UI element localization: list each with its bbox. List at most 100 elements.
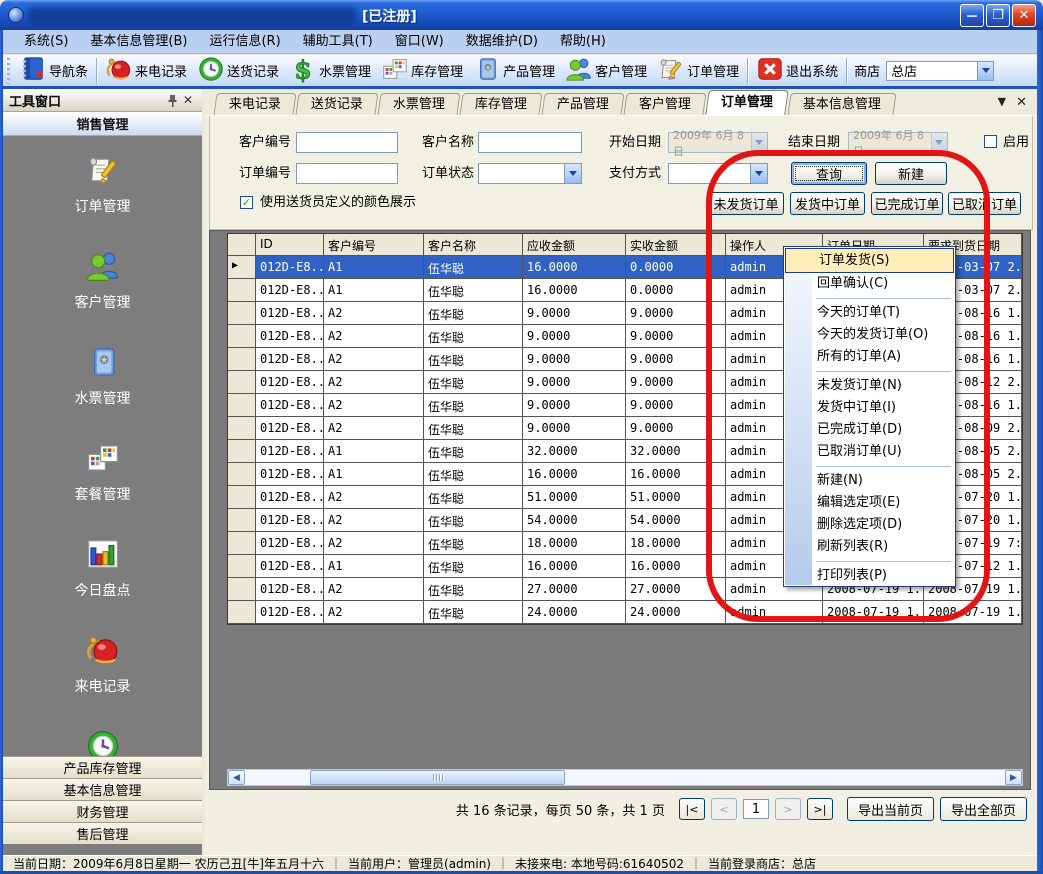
row-selector-cell[interactable] <box>228 463 256 486</box>
table-cell[interactable]: 伍华聪 <box>424 440 523 463</box>
table-cell[interactable]: A2 <box>324 394 424 417</box>
context-menu-item-1[interactable]: 回单确认(C) <box>784 273 955 295</box>
sidebar-item-0[interactable]: 订单管理 <box>75 152 131 216</box>
table-cell[interactable]: 012D-E8... <box>256 348 324 371</box>
table-cell[interactable]: A2 <box>324 417 424 440</box>
row-selector-cell[interactable] <box>228 394 256 417</box>
row-selector-cell[interactable] <box>228 509 256 532</box>
table-cell[interactable]: A2 <box>324 578 424 601</box>
table-cell[interactable]: 9.0000 <box>626 348 726 371</box>
row-selector-cell[interactable] <box>228 279 256 302</box>
toolbar-button-1[interactable]: 来电记录 <box>100 56 192 86</box>
table-cell[interactable]: 012D-E8... <box>256 279 324 302</box>
table-cell[interactable]: 27.0000 <box>523 578 626 601</box>
export-current-page-button[interactable]: 导出当前页 <box>847 797 934 821</box>
table-cell[interactable]: 24.0000 <box>523 601 626 624</box>
new-button[interactable]: 新建 <box>875 162 947 185</box>
context-menu-item-8[interactable]: 发货中订单(I) <box>784 397 955 419</box>
shop-select[interactable]: 总店 <box>886 61 994 81</box>
table-cell[interactable]: 16.0000 <box>626 555 726 578</box>
context-menu-item-10[interactable]: 已取消订单(U) <box>784 441 955 463</box>
start-date-picker[interactable]: 2009年 6月 8日 <box>668 132 768 153</box>
table-cell[interactable]: 9.0000 <box>523 348 626 371</box>
table-cell[interactable]: 012D-E8... <box>256 302 324 325</box>
table-cell[interactable]: 伍华聪 <box>424 371 523 394</box>
table-cell[interactable]: 54.0000 <box>626 509 726 532</box>
scroll-left-icon[interactable]: ◀ <box>228 770 245 785</box>
tab-送货记录[interactable]: 送货记录 <box>295 93 378 115</box>
status-filter-button-2[interactable]: 已完成订单 <box>871 192 943 215</box>
row-selector-cell[interactable] <box>228 371 256 394</box>
table-cell[interactable]: 9.0000 <box>626 325 726 348</box>
table-cell[interactable]: 9.0000 <box>523 417 626 440</box>
table-cell[interactable]: 伍华聪 <box>424 302 523 325</box>
table-cell[interactable]: 16.0000 <box>523 555 626 578</box>
first-page-button[interactable]: |< <box>679 798 705 820</box>
export-all-pages-button[interactable]: 导出全部页 <box>940 797 1027 821</box>
minimize-button[interactable]: － <box>960 4 984 27</box>
table-cell[interactable]: 012D-E8... <box>256 555 324 578</box>
menu-item-5[interactable]: 数据维护(D) <box>455 30 549 53</box>
toolbar-button-6[interactable]: 客户管理 <box>560 56 652 86</box>
query-button[interactable]: 查询 <box>791 162 867 185</box>
status-filter-button-1[interactable]: 发货中订单 <box>790 192 865 215</box>
context-menu-item-12[interactable]: 新建(N) <box>784 470 955 492</box>
table-cell[interactable]: 012D-E8... <box>256 371 324 394</box>
table-header-0[interactable]: ID <box>256 234 324 256</box>
order-no-input[interactable] <box>296 163 398 184</box>
pay-method-select[interactable] <box>668 163 768 184</box>
table-cell[interactable]: 9.0000 <box>523 325 626 348</box>
table-cell[interactable]: 伍华聪 <box>424 279 523 302</box>
enable-checkbox[interactable] <box>984 135 997 148</box>
customer-no-input[interactable] <box>296 132 398 153</box>
close-button[interactable]: ✕ <box>1012 4 1036 27</box>
pin-icon[interactable] <box>164 93 180 108</box>
context-menu-item-4[interactable]: 今天的发货订单(O) <box>784 324 955 346</box>
scrollbar-thumb[interactable] <box>310 770 565 785</box>
table-cell[interactable]: 9.0000 <box>523 302 626 325</box>
color-display-checkbox[interactable]: ✓ <box>240 196 253 209</box>
table-cell[interactable]: A1 <box>324 279 424 302</box>
row-selector-cell[interactable] <box>228 417 256 440</box>
tab-close-icon[interactable]: ✕ <box>1016 95 1027 110</box>
menu-item-1[interactable]: 基本信息管理(B) <box>79 30 198 53</box>
row-selector-cell[interactable] <box>228 325 256 348</box>
table-cell[interactable]: A2 <box>324 509 424 532</box>
sidebar-item-5[interactable]: 来电记录 <box>75 632 131 696</box>
sidebar-item-3[interactable]: 套餐管理 <box>75 440 131 504</box>
toolbar-button-0[interactable]: 导航条 <box>14 56 93 86</box>
table-cell[interactable]: A2 <box>324 302 424 325</box>
table-cell[interactable]: 伍华聪 <box>424 325 523 348</box>
table-cell[interactable]: A2 <box>324 486 424 509</box>
tab-基本信息管理[interactable]: 基本信息管理 <box>788 93 897 115</box>
row-selector-cell[interactable] <box>228 486 256 509</box>
menu-item-4[interactable]: 窗口(W) <box>384 30 455 53</box>
table-cell[interactable]: admin <box>726 601 823 624</box>
table-cell[interactable]: 012D-E8... <box>256 578 324 601</box>
row-selector-cell[interactable] <box>228 302 256 325</box>
tab-库存管理[interactable]: 库存管理 <box>460 93 543 115</box>
row-selector-cell[interactable] <box>228 532 256 555</box>
context-menu-item-3[interactable]: 今天的订单(T) <box>784 302 955 324</box>
table-cell[interactable]: 9.0000 <box>626 417 726 440</box>
table-header-2[interactable]: 客户名称 <box>424 234 523 256</box>
table-cell[interactable]: 54.0000 <box>523 509 626 532</box>
table-cell[interactable]: A2 <box>324 371 424 394</box>
table-cell[interactable]: A2 <box>324 348 424 371</box>
table-cell[interactable]: 0.0000 <box>626 279 726 302</box>
table-cell[interactable]: 012D-E8... <box>256 532 324 555</box>
context-menu-item-5[interactable]: 所有的订单(A) <box>784 346 955 368</box>
scrollbar-track[interactable] <box>245 770 1005 785</box>
sidebar-group-sales[interactable]: 销售管理 <box>3 112 202 136</box>
context-menu-item-0[interactable]: 订单发货(S) <box>785 248 954 273</box>
context-menu-item-17[interactable]: 打印列表(P) <box>784 565 955 587</box>
table-cell[interactable]: 18.0000 <box>523 532 626 555</box>
menu-item-3[interactable]: 辅助工具(T) <box>292 30 384 53</box>
table-cell[interactable]: 32.0000 <box>626 440 726 463</box>
tab-产品管理[interactable]: 产品管理 <box>542 93 625 115</box>
maximize-button[interactable]: ❐ <box>986 4 1010 27</box>
table-cell[interactable]: 012D-E8... <box>256 463 324 486</box>
scroll-right-icon[interactable]: ▶ <box>1005 770 1022 785</box>
menu-item-6[interactable]: 帮助(H) <box>549 30 617 53</box>
sidebar-item-1[interactable]: 客户管理 <box>75 248 131 312</box>
